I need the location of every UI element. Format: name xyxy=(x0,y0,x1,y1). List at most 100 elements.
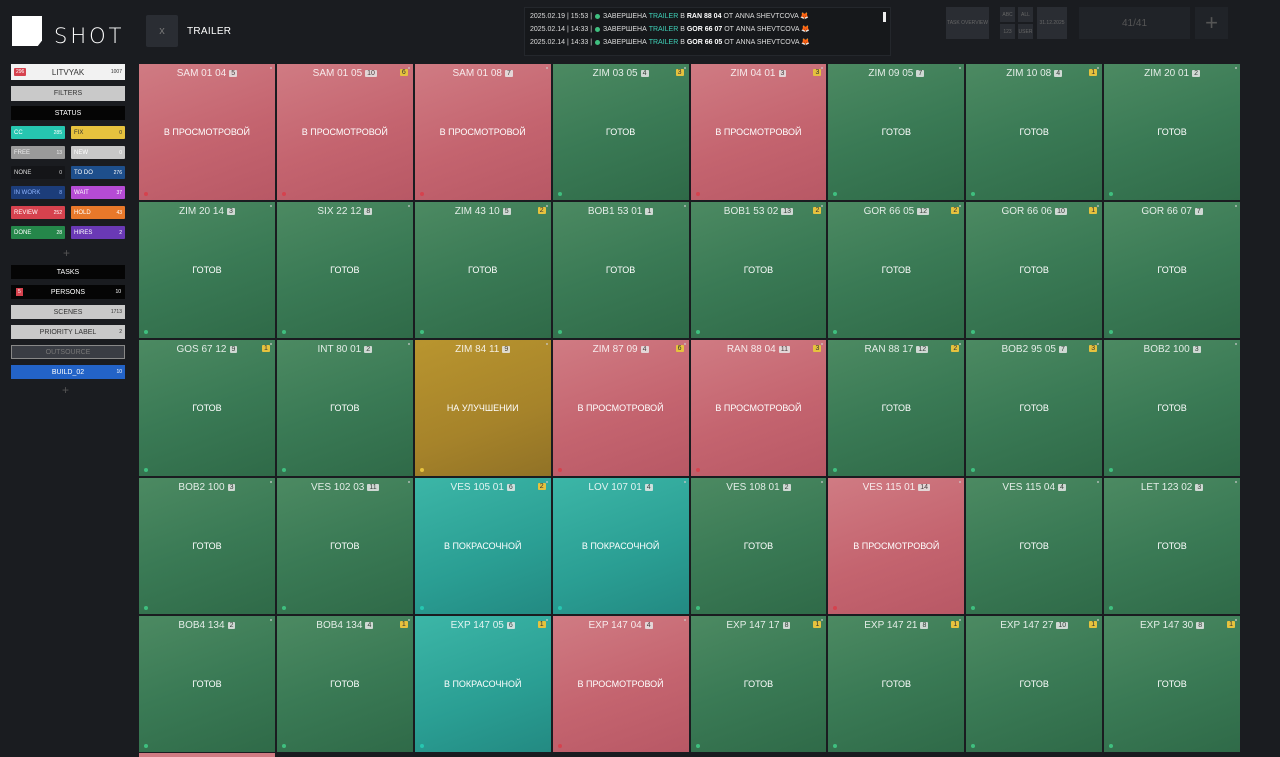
status-dot-icon xyxy=(557,192,562,196)
close-project-button[interactable]: x xyxy=(146,15,178,47)
shot-card[interactable]: ZIM 09 05 7 ГОТОВ xyxy=(828,64,965,200)
user-filter-button[interactable]: USER xyxy=(1018,24,1033,39)
shot-card[interactable]: SAM 01 05 10 6 В ПРОСМОТРОВОЙ xyxy=(276,64,413,200)
show-all-button[interactable]: ALL xyxy=(1018,7,1033,22)
shot-card[interactable]: SAM 01 08 7 В ПРОСМОТРОВОЙ xyxy=(414,64,551,200)
log-shot[interactable]: RAN 88 04 xyxy=(687,13,722,20)
shot-card[interactable]: BOB4 134 4 1 ГОТОВ xyxy=(276,616,413,752)
log-entry[interactable]: 2025.02.14 | 14:33 | ЗАВЕРШЕНА TRAILER В … xyxy=(530,38,810,46)
add-status-icon[interactable]: + xyxy=(63,246,70,260)
status-dot-icon xyxy=(281,330,286,334)
status-dot-icon xyxy=(419,192,424,196)
corner-marker-icon xyxy=(545,343,548,345)
status-filter-hires[interactable]: HIRES 2 xyxy=(71,226,125,239)
shot-card[interactable]: EXP 147 30 8 1 ГОТОВ xyxy=(1104,616,1240,752)
shot-card[interactable]: EXP 147 17 8 1 ГОТОВ xyxy=(690,616,827,752)
page-title: TRAILER xyxy=(187,26,232,37)
corner-marker-icon xyxy=(959,481,962,483)
shot-card[interactable]: ZIM 04 01 3 3 В ПРОСМОТРОВОЙ xyxy=(690,64,827,200)
shot-card[interactable]: BOB2 95 05 7 3 ГОТОВ xyxy=(966,340,1103,476)
status-filter-wait[interactable]: WAIT 37 xyxy=(71,186,125,199)
shot-card[interactable]: VES 115 01 14 В ПРОСМОТРОВОЙ xyxy=(828,478,965,614)
shot-card[interactable]: VES 115 04 4 ГОТОВ xyxy=(966,478,1103,614)
status-filter-done[interactable]: DONE 28 xyxy=(11,226,65,239)
app-logo[interactable]: SHOT xyxy=(12,14,132,50)
user-avatar-icon: 🦊 xyxy=(801,39,810,46)
shot-card[interactable]: ZIM 10 08 4 1 ГОТОВ xyxy=(966,64,1103,200)
project-selector[interactable]: 296 LITVYAK 1007 xyxy=(11,64,125,80)
status-dot-icon xyxy=(144,468,148,472)
shot-card[interactable]: VES 102 03 11 ГОТОВ xyxy=(276,478,413,614)
shot-card[interactable]: VES 108 01 2 ГОТОВ xyxy=(690,478,827,614)
sort-abc-button[interactable]: ABC xyxy=(1000,7,1015,22)
log-shot[interactable]: GOR 66 05 xyxy=(687,39,722,46)
shot-card[interactable]: ZIM 20 14 3 ГОТОВ xyxy=(139,202,275,338)
corner-marker-icon xyxy=(959,619,962,621)
status-dot-icon xyxy=(419,606,424,610)
shot-card[interactable]: BOB2 100 3 ГОТОВ xyxy=(139,478,275,614)
status-filter-none[interactable]: NONE 0 xyxy=(11,166,65,179)
shot-card[interactable]: ZIM 84 11 9 НА УЛУЧШЕНИИ xyxy=(414,340,551,476)
task-overview-button[interactable]: TASK OVERVIEW xyxy=(946,7,989,39)
shot-card[interactable]: GOS 67 12 9 1 ГОТОВ xyxy=(139,340,275,476)
shot-card[interactable]: ZIM 03 05 4 3 ГОТОВ xyxy=(552,64,689,200)
status-filter-to-do[interactable]: TO DO 276 xyxy=(71,166,125,179)
shot-card[interactable]: ZIM 87 09 4 6 В ПРОСМОТРОВОЙ xyxy=(552,340,689,476)
user-avatar-icon: 🦊 xyxy=(800,13,810,20)
shot-card[interactable]: VES 105 01 6 2 В ПОКРАСОЧНОЙ xyxy=(414,478,551,614)
next-row-thumbnail[interactable] xyxy=(139,753,275,757)
status-filter-free[interactable]: FREE 13 xyxy=(11,146,65,159)
activity-log[interactable]: 2025.02.19 | 15:53 | ЗАВЕРШЕНА TRAILER В … xyxy=(524,7,891,56)
persons-filter[interactable]: 5 PERSONS 10 xyxy=(11,285,125,299)
shot-card[interactable]: EXP 147 05 6 1 В ПОКРАСОЧНОЙ xyxy=(414,616,551,752)
shot-card[interactable]: BOB4 134 2 ГОТОВ xyxy=(139,616,275,752)
shot-card[interactable]: INT 80 01 2 ГОТОВ xyxy=(276,340,413,476)
shot-card[interactable]: EXP 147 21 8 1 ГОТОВ xyxy=(828,616,965,752)
status-filter-hold[interactable]: HOLD 43 xyxy=(71,206,125,219)
shot-status: ГОТОВ xyxy=(192,265,222,275)
shot-card[interactable]: SIX 22 12 8 ГОТОВ xyxy=(276,202,413,338)
log-entry[interactable]: 2025.02.19 | 15:53 | ЗАВЕРШЕНА TRAILER В … xyxy=(530,12,809,20)
log-shot[interactable]: GOR 66 07 xyxy=(687,26,722,33)
shot-card[interactable]: BOB1 53 01 1 ГОТОВ xyxy=(552,202,689,338)
shot-card[interactable]: LET 123 02 3 ГОТОВ xyxy=(1104,478,1240,614)
shot-card[interactable]: GOR 66 06 10 1 ГОТОВ xyxy=(966,202,1103,338)
shot-card[interactable]: SAM 01 04 5 В ПРОСМОТРОВОЙ xyxy=(139,64,275,200)
corner-marker-icon xyxy=(1235,343,1237,345)
filters-button[interactable]: FILTERS xyxy=(11,86,125,101)
shot-card[interactable]: RAN 88 17 12 2 ГОТОВ xyxy=(828,340,965,476)
scenes-filter[interactable]: SCENES 1713 xyxy=(11,305,125,319)
log-scrollbar[interactable] xyxy=(883,12,886,22)
shot-card[interactable]: GOR 66 07 7 ГОТОВ xyxy=(1104,202,1240,338)
shot-card[interactable]: BOB2 100 3 ГОТОВ xyxy=(1104,340,1240,476)
shot-card[interactable]: EXP 147 27 10 1 ГОТОВ xyxy=(966,616,1103,752)
shot-card[interactable]: ZIM 43 10 5 2 ГОТОВ xyxy=(414,202,551,338)
log-entry[interactable]: 2025.02.14 | 14:33 | ЗАВЕРШЕНА TRAILER В … xyxy=(530,25,810,33)
shot-status: ГОТОВ xyxy=(881,127,912,137)
add-shot-button[interactable]: + xyxy=(1195,7,1228,39)
status-filter-review[interactable]: REVIEW 252 xyxy=(11,206,65,219)
status-filter-new[interactable]: NEW 0 xyxy=(71,146,125,159)
shot-card[interactable]: LOV 107 01 4 В ПОКРАСОЧНОЙ xyxy=(552,478,689,614)
build-filter[interactable]: BUILD_02 10 xyxy=(11,365,125,379)
status-filter-cc[interactable]: CC 285 xyxy=(11,126,65,139)
build-label: BUILD_02 xyxy=(51,368,85,376)
shot-card[interactable]: ZIM 20 01 2 ГОТОВ xyxy=(1104,64,1240,200)
shot-card[interactable]: RAN 88 04 11 3 В ПРОСМОТРОВОЙ xyxy=(690,340,827,476)
sort-123-button[interactable]: 123 xyxy=(1000,24,1015,39)
priority-label-filter[interactable]: PRIORITY LABEL 2 xyxy=(11,325,125,339)
shot-status: ГОТОВ xyxy=(330,265,360,275)
shot-card[interactable]: EXP 147 04 4 В ПРОСМОТРОВОЙ xyxy=(552,616,689,752)
add-filter-icon[interactable]: + xyxy=(62,383,69,397)
status-filter-fix[interactable]: FIX 0 xyxy=(71,126,125,139)
date-filter-button[interactable]: 31.12.2025 xyxy=(1037,7,1067,39)
status-dot-icon xyxy=(695,192,700,196)
corner-marker-icon xyxy=(1097,343,1100,345)
shot-card[interactable]: GOR 66 05 12 2 ГОТОВ xyxy=(828,202,965,338)
log-author: ОТ ANNA SHEVTCOVA xyxy=(724,26,800,33)
status-filter-in-work[interactable]: IN WORK 8 xyxy=(11,186,65,199)
shot-status: В ПРОСМОТРОВОЙ xyxy=(577,679,664,689)
status-label: NEW xyxy=(74,149,88,156)
shot-card[interactable]: BOB1 53 02 13 2 ГОТОВ xyxy=(690,202,827,338)
outsource-filter[interactable]: OUTSOURCE xyxy=(11,345,125,359)
